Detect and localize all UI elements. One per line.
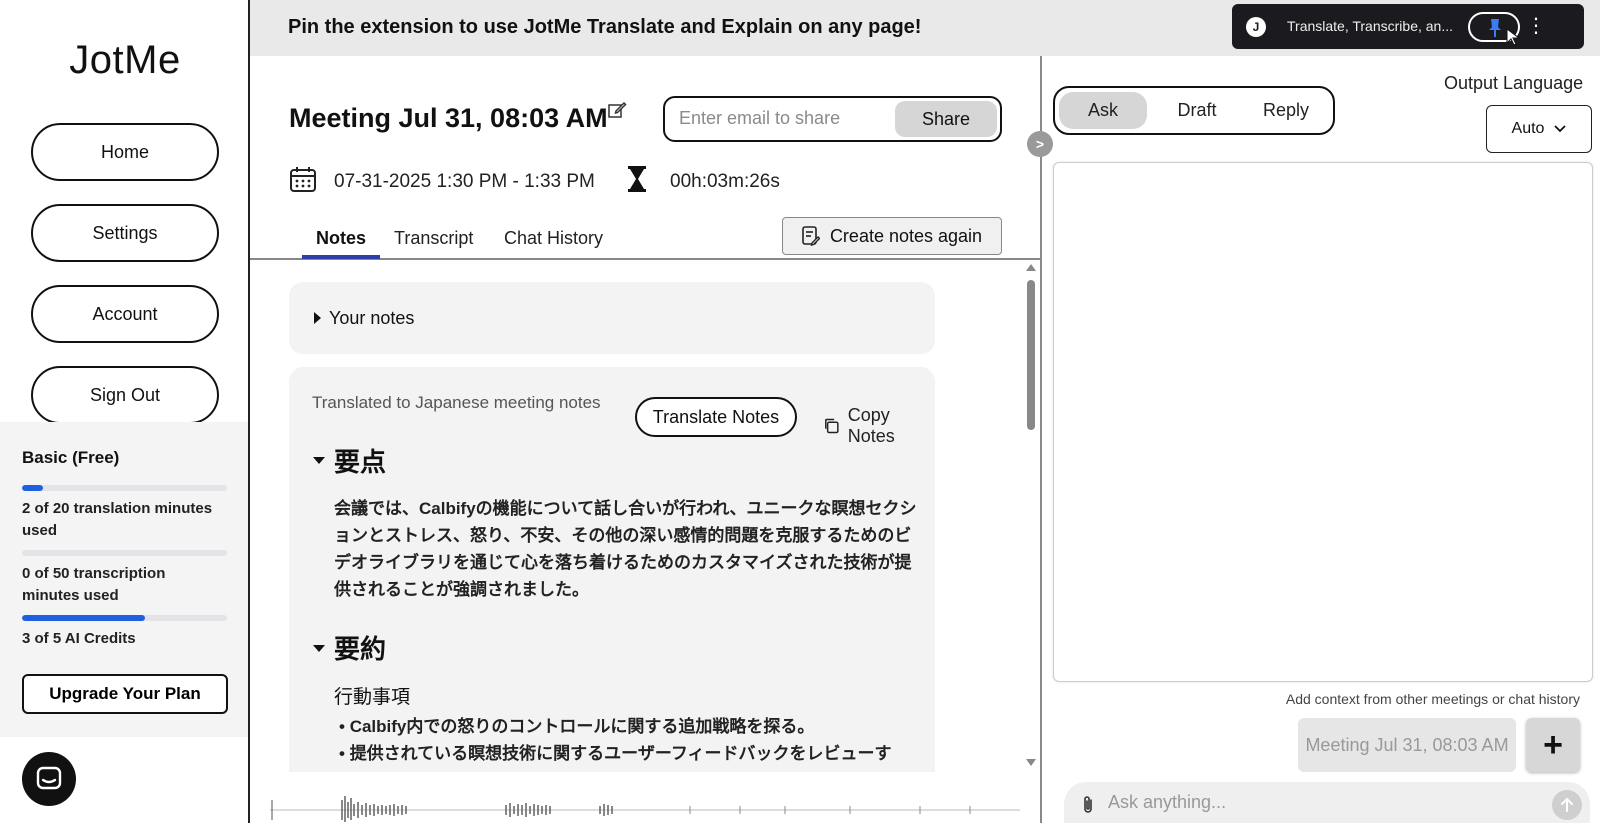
upgrade-plan-button[interactable]: Upgrade Your Plan <box>22 674 228 714</box>
tab-chat-history[interactable]: Chat History <box>504 228 603 255</box>
tab-transcript[interactable]: Transcript <box>394 228 473 255</box>
output-language-value: Auto <box>1511 120 1545 137</box>
context-hint: Add context from other meetings or chat … <box>1285 691 1580 707</box>
section-summary-title: 要約 <box>334 634 387 664</box>
cursor-icon <box>1506 28 1521 46</box>
scroll-down-icon[interactable] <box>1026 759 1036 766</box>
ai-credits-fill <box>22 615 145 621</box>
mode-reply[interactable]: Reply <box>1243 92 1329 129</box>
translated-notes-card: Translated to Japanese meeting notes Tra… <box>289 367 935 772</box>
translation-usage-fill <box>22 485 43 491</box>
meeting-date-range: 07-31-2025 1:30 PM - 1:33 PM <box>334 171 595 192</box>
copy-notes-button[interactable]: Copy Notes <box>823 405 935 447</box>
translation-usage-text: 2 of 20 translation minutes used <box>22 500 213 539</box>
your-notes-label: Your notes <box>329 308 415 328</box>
audio-waveform[interactable] <box>270 790 1020 822</box>
add-context-button[interactable]: + <box>1526 718 1580 772</box>
list-item: • 提供されている瞑想技術に関するユーザーフィードバックをレビューす <box>339 744 892 763</box>
calendar-icon <box>290 167 316 192</box>
action-items-heading: 行動事項 <box>334 687 411 708</box>
sidebar: JotMe Home Settings Account Sign Out Bas… <box>0 0 250 823</box>
caret-down-icon <box>313 645 325 652</box>
attachment-icon[interactable] <box>1080 794 1096 816</box>
transcription-usage-text: 0 of 50 transcription minutes used <box>22 565 166 604</box>
ask-input[interactable] <box>1108 792 1528 813</box>
create-notes-again-button[interactable]: Create notes again <box>782 217 1002 255</box>
output-language-select[interactable]: Auto <box>1486 105 1592 153</box>
plan-name: Basic (Free) <box>22 448 120 467</box>
pin-highlight[interactable] <box>1468 12 1521 46</box>
key-points-line: 会議では、Calbifyの機能について話し合いが行われ、ユニークな瞑想セクシ <box>334 499 917 518</box>
action-item-text: 提供されている瞑想技術に関するユーザーフィードバックをレビューす <box>349 744 892 763</box>
your-notes-section[interactable]: Your notes <box>289 282 935 354</box>
context-meeting-chip[interactable]: Meeting Jul 31, 08:03 AM <box>1298 718 1516 772</box>
ai-credits-text: 3 of 5 AI Credits <box>22 630 136 647</box>
app-logo: JotMe <box>69 38 181 82</box>
share-email-input[interactable] <box>679 108 889 129</box>
copy-icon <box>825 418 839 434</box>
caret-right-icon <box>314 312 321 324</box>
mode-ask[interactable]: Ask <box>1059 92 1147 129</box>
ai-credits-bar <box>22 615 227 621</box>
share-box: Share <box>663 96 1002 142</box>
translation-usage-bar <box>22 485 227 491</box>
list-item: • Calbify内での怒りのコントロールに関する追加戦略を探る。 <box>339 717 815 736</box>
mode-draft[interactable]: Draft <box>1155 92 1239 129</box>
active-tab-indicator <box>302 255 380 259</box>
pin-icon <box>1489 19 1501 37</box>
output-language-label: Output Language <box>1444 73 1584 93</box>
settings-button[interactable]: Settings <box>31 204 219 262</box>
meeting-meta: 07-31-2025 1:30 PM - 1:33 PM 00h:03m:26s <box>289 165 809 197</box>
extension-toolbar-item[interactable]: J Translate, Transcribe, an... ⋮ <box>1232 4 1584 49</box>
sign-out-button[interactable]: Sign Out <box>31 366 219 424</box>
support-chat-button[interactable] <box>22 752 76 806</box>
more-options-icon[interactable]: ⋮ <box>1526 14 1546 38</box>
caret-down-icon <box>313 457 325 464</box>
chevron-down-icon <box>1554 125 1567 133</box>
notes-content: Your notes Translated to Japanese meetin… <box>250 262 1040 772</box>
banner-text: Pin the extension to use JotMe Translate… <box>288 16 922 38</box>
send-button[interactable] <box>1552 790 1582 820</box>
copy-notes-label: Copy Notes <box>847 405 895 446</box>
create-notes-label: Create notes again <box>829 225 983 246</box>
key-points-line: ョンとストレス、怒り、不安、その他の深い感情的問題を克服するためのビ <box>334 526 912 545</box>
jotme-extension-icon: J <box>1246 17 1266 37</box>
usage-panel: Basic (Free) 2 of 20 translation minutes… <box>0 422 248 737</box>
key-points-line: デオライブラリを通じて心を落ち着けるためのカスタマイズされた技術が提 <box>334 553 912 572</box>
edit-title-icon[interactable] <box>607 100 627 120</box>
pin-extension-banner: Pin the extension to use JotMe Translate… <box>250 0 1600 56</box>
home-button[interactable]: Home <box>31 123 219 181</box>
chat-icon <box>36 766 62 790</box>
assistant-chat-area <box>1053 162 1593 682</box>
notes-scrollbar[interactable] <box>1024 262 1038 770</box>
arrow-up-icon <box>1561 797 1573 812</box>
action-item-text: Calbify内での怒りのコントロールに関する追加戦略を探る。 <box>349 717 815 736</box>
key-points-line: 供されることが強調されました。 <box>334 580 589 599</box>
ask-input-box <box>1064 782 1590 823</box>
account-button[interactable]: Account <box>31 285 219 343</box>
share-button[interactable]: Share <box>895 101 997 137</box>
extension-name: Translate, Transcribe, an... <box>1287 18 1453 34</box>
notes-icon <box>802 226 820 246</box>
tab-notes[interactable]: Notes <box>316 228 366 255</box>
translated-notes-label: Translated to Japanese meeting notes <box>312 393 601 412</box>
transcription-usage-bar <box>22 550 227 556</box>
plus-icon: + <box>1543 725 1563 764</box>
scroll-thumb[interactable] <box>1027 280 1035 430</box>
scroll-up-icon[interactable] <box>1026 264 1036 271</box>
hourglass-icon <box>628 166 646 192</box>
key-points-text: 会議では、Calbifyの機能について話し合いが行われ、ユニークな瞑想セクシ ョ… <box>334 495 944 603</box>
assistant-mode-switch: Ask Draft Reply <box>1053 86 1335 135</box>
meeting-duration: 00h:03m:26s <box>670 171 780 192</box>
meeting-title: Meeting Jul 31, 08:03 AM <box>289 103 608 133</box>
translate-notes-button[interactable]: Translate Notes <box>635 397 797 437</box>
section-key-points-title: 要点 <box>334 447 387 477</box>
collapse-panel-icon[interactable]: > <box>1027 131 1053 157</box>
panel-divider[interactable] <box>1040 56 1042 823</box>
